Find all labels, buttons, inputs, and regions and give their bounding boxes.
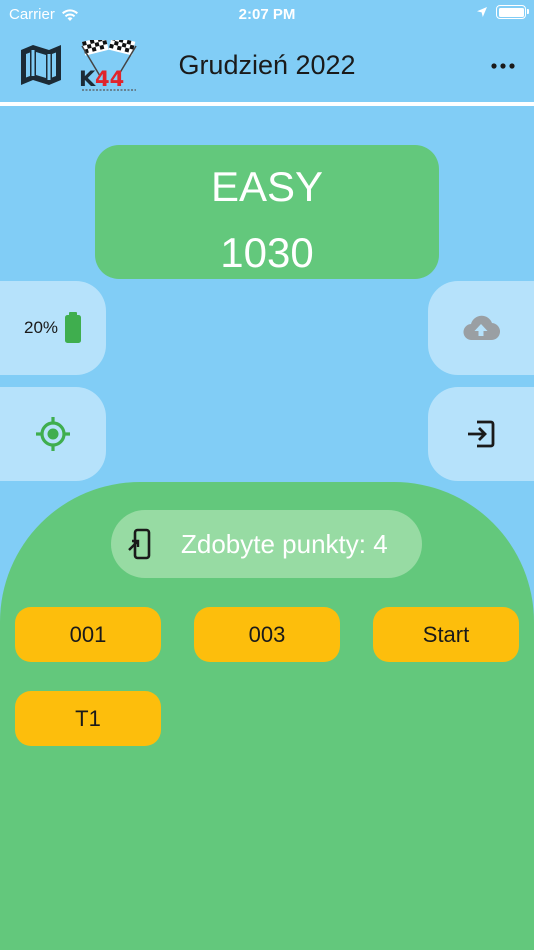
location-arrow-icon bbox=[477, 7, 487, 17]
checkpoint-button[interactable]: T1 bbox=[15, 691, 161, 746]
exit-button[interactable] bbox=[428, 387, 534, 481]
checkpoint-button[interactable]: 003 bbox=[194, 607, 340, 662]
level-card: EASY 1030 bbox=[95, 145, 439, 279]
gps-target-icon bbox=[36, 417, 70, 451]
page-title: Grudzień 2022 bbox=[178, 50, 356, 80]
checkpoint-button[interactable]: 001 bbox=[15, 607, 161, 662]
level-score: 1030 bbox=[220, 229, 314, 276]
header-divider bbox=[0, 102, 534, 106]
exit-icon bbox=[468, 420, 495, 448]
points-badge: Zdobyte punkty: 4 bbox=[111, 510, 422, 578]
status-battery-icon bbox=[496, 5, 529, 19]
locate-button[interactable] bbox=[0, 387, 106, 481]
phone-tap-icon bbox=[128, 528, 151, 560]
nav-bar: K 44 Grudzień 2022 bbox=[0, 30, 534, 102]
level-name: EASY bbox=[210, 163, 324, 210]
points-label: Zdobyte punkty: 4 bbox=[181, 528, 388, 559]
battery-indicator: 20% bbox=[0, 281, 106, 375]
checkpoint-button[interactable]: Start bbox=[373, 607, 519, 662]
status-time: 2:07 PM bbox=[238, 6, 296, 23]
battery-icon bbox=[65, 312, 82, 343]
status-right bbox=[476, 5, 529, 19]
battery-percent: 20% bbox=[23, 318, 59, 337]
more-icon[interactable] bbox=[490, 60, 516, 72]
upload-button[interactable] bbox=[428, 281, 534, 375]
cloud-upload-icon bbox=[463, 315, 500, 341]
status-bar: Carrier 2:07 PM bbox=[0, 0, 534, 30]
